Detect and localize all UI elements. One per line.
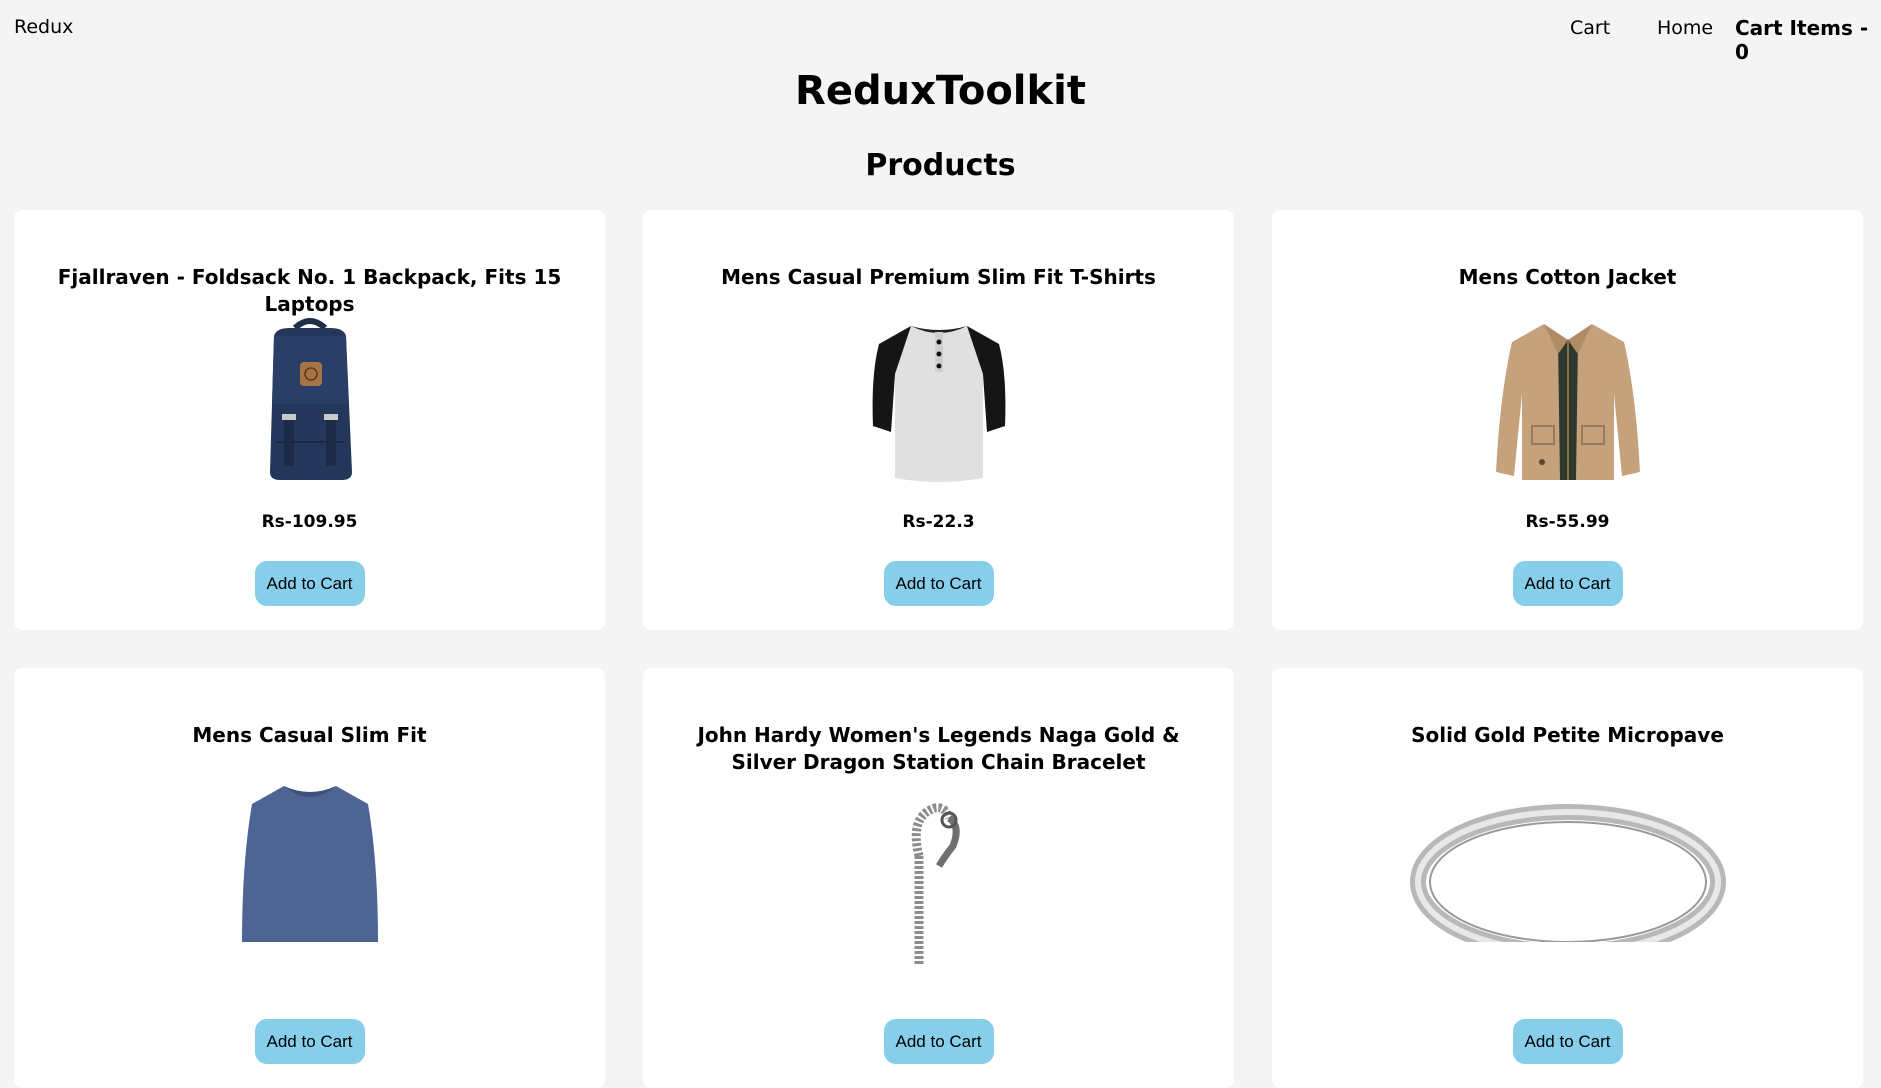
product-title: Mens Casual Premium Slim Fit T-Shirts <box>721 265 1156 289</box>
product-card: Mens Cotton Jacket Rs-55.99 Add to Cart <box>1272 210 1863 630</box>
add-to-cart-button[interactable]: Add to Cart <box>883 561 994 606</box>
bracelet-image <box>849 796 1029 966</box>
product-price: Rs-109.95 <box>261 512 358 532</box>
cart-items-count: Cart Items - 0 <box>1735 16 1869 64</box>
product-title: Mens Cotton Jacket <box>1458 265 1677 289</box>
backpack-image <box>220 314 400 484</box>
product-price: Rs-55.99 <box>1525 512 1610 532</box>
product-grid: Fjallraven - Foldsack No. 1 Backpack, Fi… <box>14 210 1866 1088</box>
longsleeve-shirt-image <box>220 772 400 942</box>
page-title: ReduxToolkit <box>795 68 1086 114</box>
product-card: Solid Gold Petite Micropave Add to Cart <box>1272 668 1863 1088</box>
product-title: Fjallraven - Foldsack No. 1 Backpack, Fi… <box>57 265 562 316</box>
add-to-cart-button[interactable]: Add to Cart <box>254 1019 365 1064</box>
brand-logo[interactable]: Redux <box>14 16 73 38</box>
add-to-cart-button[interactable]: Add to Cart <box>254 561 365 606</box>
nav-home-link[interactable]: Home <box>1657 17 1713 39</box>
product-price: Rs-22.3 <box>902 512 975 532</box>
add-to-cart-button[interactable]: Add to Cart <box>1512 1019 1623 1064</box>
product-card: John Hardy Women's Legends Naga Gold & S… <box>643 668 1234 1088</box>
product-card: Fjallraven - Foldsack No. 1 Backpack, Fi… <box>14 210 605 630</box>
add-to-cart-button[interactable]: Add to Cart <box>1512 561 1623 606</box>
section-title: Products <box>865 148 1016 183</box>
product-title: Mens Casual Slim Fit <box>192 723 427 747</box>
ring-image <box>1408 772 1728 960</box>
navbar: Redux Cart Home Cart Items - 0 <box>0 0 1881 64</box>
product-title: John Hardy Women's Legends Naga Gold & S… <box>697 723 1180 774</box>
add-to-cart-button[interactable]: Add to Cart <box>883 1019 994 1064</box>
product-card: Mens Casual Premium Slim Fit T-Shirts Rs… <box>643 210 1234 630</box>
nav-cart-link[interactable]: Cart <box>1570 17 1610 39</box>
product-title: Solid Gold Petite Micropave <box>1411 723 1724 747</box>
jacket-image <box>1478 314 1658 484</box>
product-card: Mens Casual Slim Fit Add to Cart <box>14 668 605 1088</box>
tshirt-image <box>849 314 1029 484</box>
